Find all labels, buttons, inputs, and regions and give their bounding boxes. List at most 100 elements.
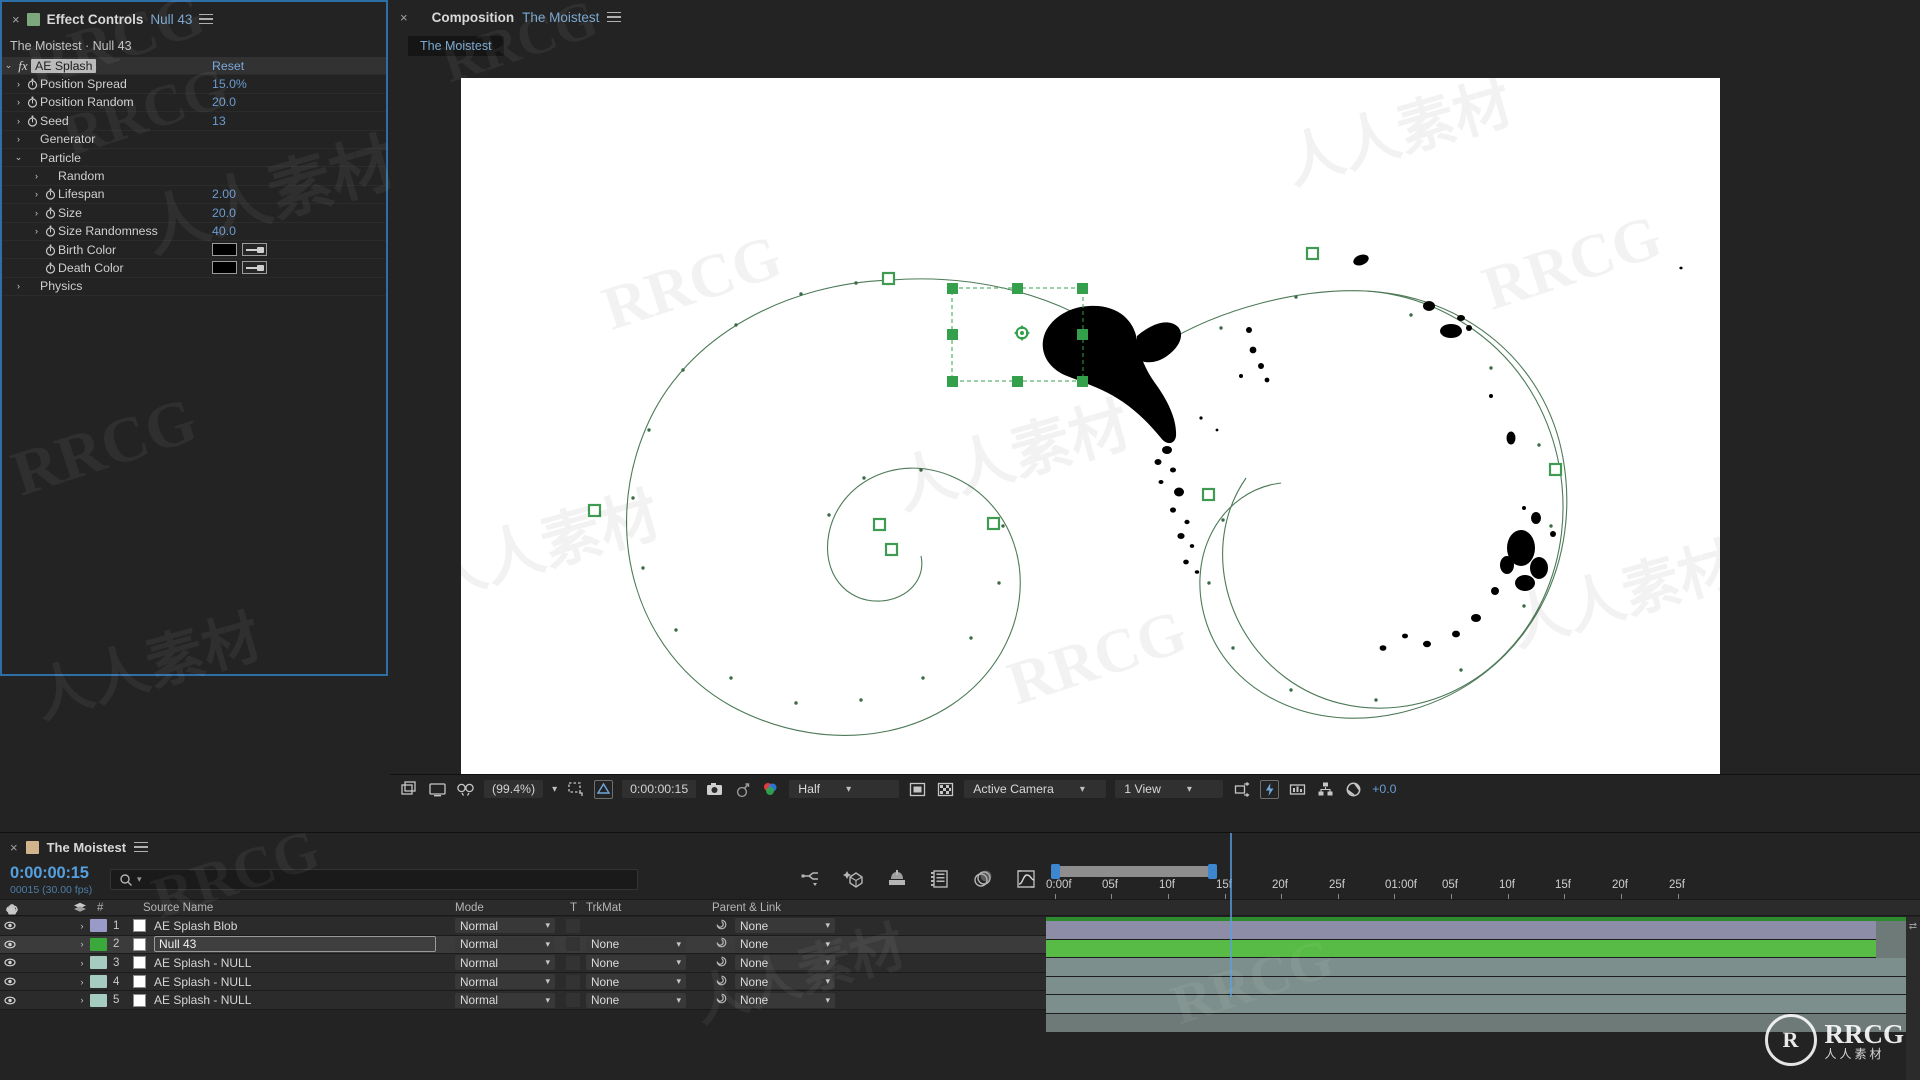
twirl-icon[interactable]: › [12, 79, 25, 89]
preserve-transparency-toggle[interactable] [566, 974, 580, 989]
layer-parent-select[interactable]: None ▾ [735, 974, 835, 990]
close-icon[interactable]: × [10, 840, 18, 855]
current-time-block[interactable]: 0:00:00:15 00015 (30.00 fps) [0, 864, 100, 896]
chevron-right-icon[interactable]: › [74, 995, 90, 1005]
layer-mode-select[interactable]: Normal ▾ [455, 992, 555, 1008]
composition-stage[interactable]: .pth { fill:none; stroke:#4d7a58; stroke… [390, 58, 1920, 803]
stopwatch-icon[interactable] [43, 225, 58, 237]
chevron-down-icon[interactable]: ▾ [846, 784, 851, 795]
parent-pickwhip-icon[interactable] [715, 918, 728, 934]
chevron-down-icon[interactable]: ▾ [676, 957, 681, 968]
close-icon[interactable]: × [400, 10, 408, 25]
toggle-view-layout-icon[interactable] [936, 780, 955, 799]
layer-mode-select[interactable]: Normal ▾ [455, 955, 555, 971]
fast-previews-icon[interactable] [1260, 779, 1280, 799]
timeline-track-area[interactable] [1046, 917, 1906, 1032]
search-input[interactable]: ▾ [110, 869, 638, 890]
exposure-reset-icon[interactable] [1344, 780, 1363, 799]
layer-duration-bar[interactable] [1046, 976, 1906, 996]
layer-label-color[interactable] [90, 919, 107, 933]
layer-duration-bar[interactable] [1046, 939, 1876, 959]
chevron-down-icon[interactable]: ▾ [1187, 784, 1192, 795]
effect-property-row[interactable]: ⌄ Particle [2, 149, 386, 168]
comp-flowchart-icon[interactable] [1316, 780, 1335, 799]
layer-source-name[interactable]: AE Splash Blob [154, 919, 237, 933]
effect-property-row[interactable]: › Position Spread 15.0% [2, 75, 386, 94]
chevron-down-icon[interactable]: ▾ [545, 957, 550, 968]
color-control[interactable] [212, 261, 267, 275]
layer-source-name[interactable]: Null 43 [154, 936, 436, 953]
stopwatch-icon[interactable] [43, 188, 58, 201]
column-header-parent-link[interactable]: Parent & Link [712, 902, 781, 914]
comp-tab-the-moistest[interactable]: The Moistest [408, 36, 504, 56]
parent-pickwhip-icon[interactable] [715, 955, 728, 971]
motion-blur-icon[interactable] [886, 868, 908, 890]
chevron-down-icon[interactable]: ▾ [825, 957, 830, 968]
viewer-timecode[interactable]: 0:00:00:15 [622, 780, 697, 798]
twirl-icon[interactable]: › [30, 171, 43, 181]
show-snapshot-icon[interactable] [733, 780, 752, 799]
panel-menu-icon[interactable] [199, 11, 214, 28]
twirl-icon[interactable]: › [12, 281, 25, 291]
chevron-down-icon[interactable]: ▾ [545, 976, 550, 987]
layer-duration-bar[interactable] [1046, 995, 1906, 1014]
layer-parent-select[interactable]: None ▾ [735, 918, 835, 934]
twirl-icon[interactable]: › [12, 134, 25, 144]
layer-label-color[interactable] [90, 937, 107, 951]
stopwatch-icon[interactable] [43, 207, 58, 219]
always-preview-this-view-icon[interactable] [400, 780, 419, 799]
3d-glasses-icon[interactable] [456, 780, 475, 799]
current-time[interactable]: 0:00:00:15 [10, 864, 100, 883]
stopwatch-icon[interactable] [43, 244, 58, 256]
panel-menu-icon[interactable] [134, 839, 149, 856]
take-snapshot-icon[interactable] [705, 780, 724, 799]
layer-visibility-toggle[interactable] [0, 957, 20, 968]
reset-button[interactable]: Reset [212, 59, 244, 73]
label-tag-icon[interactable] [73, 902, 87, 917]
effect-controls-tab[interactable]: × Effect Controls Null 43 [2, 2, 386, 36]
work-area-start-handle[interactable] [1051, 864, 1060, 879]
effect-property-value[interactable]: 20.0 [212, 95, 236, 109]
chevron-down-icon[interactable]: ▾ [1080, 784, 1085, 795]
effect-property-row[interactable]: Birth Color [2, 241, 386, 260]
layer-parent-select[interactable]: None ▾ [735, 936, 835, 952]
layer-switches-icon[interactable] [800, 868, 822, 890]
column-header-t[interactable]: T [570, 902, 577, 914]
layer-source-name[interactable]: AE Splash - NULL [154, 993, 251, 1007]
table-row[interactable]: › 5 AE Splash - NULL Normal ▾ None ▾ None ▾ [0, 991, 1046, 1010]
view-layout-select[interactable]: 1 View ▾ [1115, 780, 1224, 798]
chevron-down-icon[interactable]: ▾ [676, 976, 681, 987]
timeline-ruler[interactable]: 0:00f 05f 10f 15f 20f 25f 01:00f 05f 10f 15f 20f 25… [1046, 861, 1920, 899]
table-row[interactable]: › 2 Null 43 Normal ▾ None ▾ None ▾ [0, 935, 1046, 955]
stopwatch-icon[interactable] [25, 96, 40, 109]
exposure-value[interactable]: +0.0 [1372, 782, 1396, 796]
effect-property-row[interactable]: › Position Random 20.0 [2, 94, 386, 113]
resolution-select[interactable]: Half ▾ [789, 780, 900, 798]
stopwatch-icon[interactable] [25, 78, 40, 90]
twirl-icon[interactable]: › [30, 226, 43, 236]
layer-trkmat-select[interactable]: None ▾ [586, 974, 686, 990]
table-row[interactable]: › 4 AE Splash - NULL Normal ▾ None ▾ None ▾ [0, 972, 1046, 992]
color-swatch[interactable] [212, 243, 237, 257]
layer-trkmat-select[interactable]: None ▾ [586, 936, 686, 952]
pixel-aspect-correction-icon[interactable] [1232, 780, 1251, 799]
chevron-down-icon[interactable]: ▾ [825, 920, 830, 931]
close-icon[interactable]: × [12, 12, 20, 27]
stopwatch-icon[interactable] [43, 262, 58, 274]
layer-source-name[interactable]: AE Splash - NULL [154, 956, 251, 970]
expand-icon[interactable]: ⇄ [1906, 921, 1920, 932]
twirl-icon[interactable]: › [12, 97, 25, 107]
show-channel-icon[interactable] [761, 780, 780, 799]
layer-trkmat-select[interactable]: None ▾ [586, 955, 686, 971]
parent-pickwhip-icon[interactable] [715, 936, 728, 952]
table-row[interactable]: › 3 AE Splash - NULL Normal ▾ None ▾ None ▾ [0, 954, 1046, 973]
effect-name[interactable]: AE Splash [31, 58, 97, 73]
playhead[interactable] [1230, 833, 1232, 997]
timeline-tab[interactable]: × The Moistest [0, 833, 1920, 861]
timeline-icon[interactable] [1288, 780, 1307, 799]
chevron-down-icon[interactable]: ▾ [676, 995, 681, 1006]
color-control[interactable] [212, 243, 267, 257]
effect-property-value[interactable]: 13 [212, 114, 226, 128]
chevron-down-icon[interactable]: ▾ [545, 995, 550, 1006]
layer-parent-select[interactable]: None ▾ [735, 955, 835, 971]
